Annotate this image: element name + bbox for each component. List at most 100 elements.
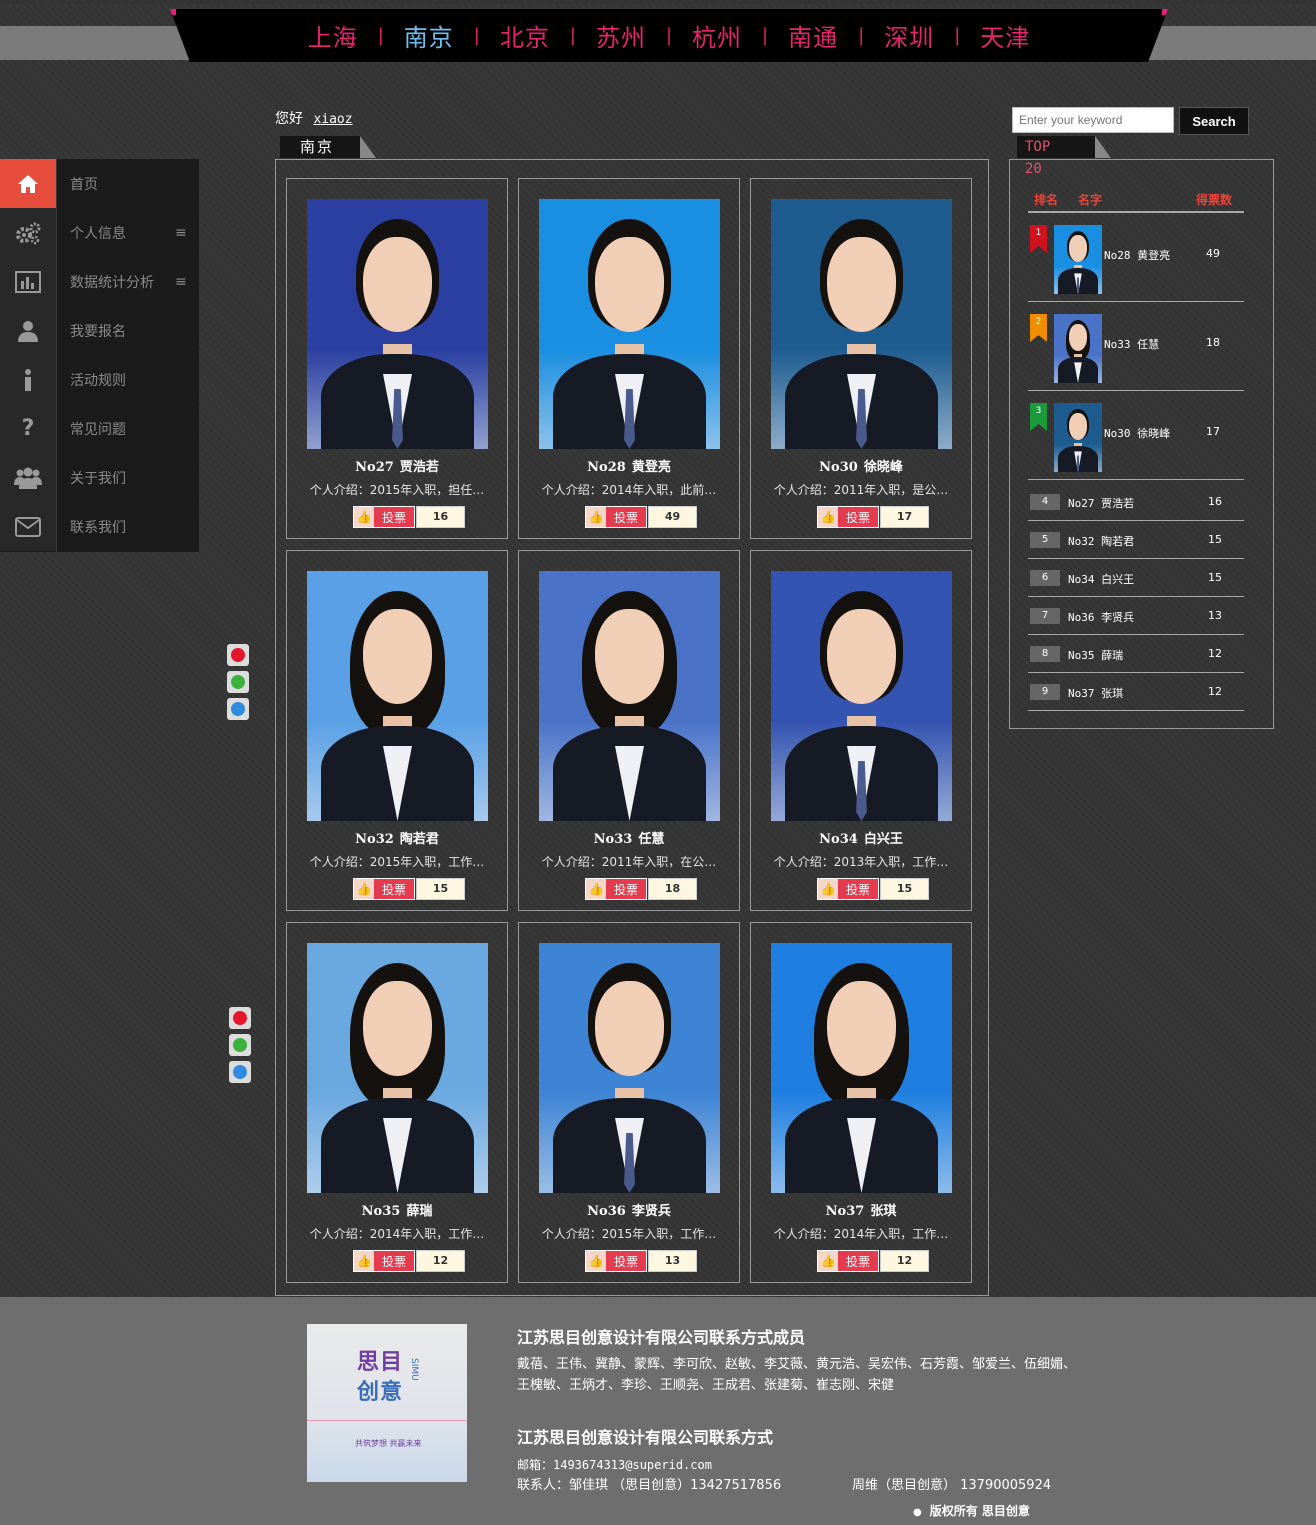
rank-row[interactable]: 4 No27 贾浩若 16: [1028, 483, 1244, 521]
sidebar-item[interactable]: 联系我们: [0, 502, 199, 551]
candidate-number: No28: [587, 460, 626, 475]
portrait-photo: [307, 571, 488, 821]
wechat-icon[interactable]: [229, 1034, 251, 1056]
vote-button-label: 投票: [845, 882, 870, 897]
portrait-photo: [307, 199, 488, 449]
vote-count: 15: [416, 878, 465, 900]
weibo-icon[interactable]: [227, 644, 249, 666]
candidate-name[interactable]: No30 徐晓峰: [751, 456, 971, 475]
sidebar-item[interactable]: 活动规则: [0, 355, 199, 404]
rank-row[interactable]: 7 No36 李贤兵 13: [1028, 597, 1244, 635]
sidebar-item[interactable]: 个人信息 ≡: [0, 208, 199, 257]
weibo-icon[interactable]: [229, 1007, 251, 1029]
portrait-photo: [539, 943, 720, 1193]
vote-button-label: 投票: [613, 882, 638, 897]
search-button[interactable]: Search: [1179, 107, 1249, 135]
sidebar-item[interactable]: 关于我们: [0, 453, 199, 502]
candidate-photo[interactable]: [539, 943, 720, 1193]
rank-number: 9: [1030, 684, 1060, 700]
thumbs-up-icon: 👍: [586, 507, 606, 527]
city-link[interactable]: 南京: [384, 18, 474, 53]
vote-button[interactable]: 👍 投票: [585, 506, 647, 528]
vote-button[interactable]: 👍 投票: [817, 506, 879, 528]
city-link[interactable]: 天津: [960, 18, 1050, 53]
city-link[interactable]: 南通: [768, 18, 858, 53]
favorite-icon[interactable]: [229, 1061, 251, 1083]
podium-row[interactable]: 3 No30 徐晓峰 17: [1028, 401, 1244, 480]
candidate-intro: 个人介绍：2011年入职，是公…: [773, 483, 949, 497]
thumbs-up-icon: 👍: [354, 879, 374, 899]
city-link[interactable]: 深圳: [864, 18, 954, 53]
sidebar: 首页 个人信息 ≡ 数据统计分析 ≡ 我要报名 活动规则? 常见问题 关于我们 联系我们: [0, 159, 199, 552]
sidebar-item[interactable]: 数据统计分析 ≡: [0, 257, 199, 306]
candidate-card: No32 陶若君 个人介绍：2015年入职，工作… 👍 投票 15: [286, 550, 508, 911]
candidate-name[interactable]: No35 薛瑞: [287, 1200, 507, 1219]
greeting: 您好 xiaoz: [275, 108, 353, 128]
candidate-number: No27: [355, 460, 394, 475]
candidate-photo[interactable]: [539, 571, 720, 821]
candidate-number: No36: [587, 1204, 626, 1219]
menu-toggle-icon[interactable]: ≡: [175, 274, 187, 290]
vote-button[interactable]: 👍 投票: [585, 1250, 647, 1272]
portrait-photo: [1054, 314, 1102, 383]
rank-score: 15: [1208, 533, 1222, 546]
candidate-name[interactable]: No33 任慧: [519, 828, 739, 847]
vote-button[interactable]: 👍 投票: [353, 1250, 415, 1272]
username-link[interactable]: xiaoz: [313, 112, 352, 127]
rank-score: 16: [1208, 495, 1222, 508]
candidate-photo[interactable]: [771, 943, 952, 1193]
candidate-photo[interactable]: [771, 571, 952, 821]
podium-row[interactable]: 2 No33 任慧 18: [1028, 312, 1244, 391]
candidate-name[interactable]: No34 白兴王: [751, 828, 971, 847]
candidate-photo[interactable]: [307, 199, 488, 449]
candidate-photo[interactable]: [771, 199, 952, 449]
rank-name: No34 白兴王: [1068, 573, 1135, 586]
question-icon: ?: [0, 404, 56, 453]
candidate-number: No34: [819, 832, 858, 847]
rank-score: 12: [1208, 647, 1222, 660]
copyright: 版权所有 思目创意: [913, 1502, 1030, 1519]
portrait-photo: [1054, 403, 1102, 472]
favorite-icon[interactable]: [227, 698, 249, 720]
rank-row[interactable]: 8 No35 薛瑞 12: [1028, 635, 1244, 673]
wechat-icon[interactable]: [227, 671, 249, 693]
candidate-photo[interactable]: [539, 199, 720, 449]
candidate-intro: 个人介绍：2011年入职，在公…: [541, 855, 717, 869]
vote-button[interactable]: 👍 投票: [353, 506, 415, 528]
vote-button[interactable]: 👍 投票: [817, 878, 879, 900]
vote-button[interactable]: 👍 投票: [585, 878, 647, 900]
thumbs-up-icon: 👍: [354, 507, 374, 527]
candidate-photo[interactable]: [307, 571, 488, 821]
thumbs-up-icon: 👍: [354, 1251, 374, 1271]
podium-row[interactable]: 1 No28 黄登亮 49: [1028, 223, 1244, 302]
sidebar-item[interactable]: 我要报名: [0, 306, 199, 355]
city-link[interactable]: 苏州: [576, 18, 666, 53]
candidate-name[interactable]: No32 陶若君: [287, 828, 507, 847]
city-link[interactable]: 杭州: [672, 18, 762, 53]
candidate-name[interactable]: No27 贾浩若: [287, 456, 507, 475]
candidate-card: No30 徐晓峰 个人介绍：2011年入职，是公… 👍 投票 17: [750, 178, 972, 539]
thumbs-up-icon: 👍: [818, 879, 838, 899]
rank-name: No37 张琪: [1068, 687, 1124, 700]
search-input[interactable]: [1012, 107, 1174, 133]
rank-row[interactable]: 6 No34 白兴王 15: [1028, 559, 1244, 597]
rank-row[interactable]: 5 No32 陶若君 15: [1028, 521, 1244, 559]
logo-slogan: 共筑梦想 共赢未来: [355, 1439, 422, 1448]
menu-toggle-icon[interactable]: ≡: [175, 225, 187, 241]
candidate-name[interactable]: No28 黄登亮: [519, 456, 739, 475]
sidebar-item[interactable]: 首页: [0, 159, 199, 208]
city-link[interactable]: 北京: [480, 18, 570, 53]
candidate-photo[interactable]: [307, 943, 488, 1193]
candidate-name[interactable]: No37 张琪: [751, 1200, 971, 1219]
footer: 思目 创意 SIMU 共筑梦想 共赢未来 江苏思目创意设计有限公司联系方式成员 …: [0, 1297, 1316, 1525]
logo-side-text: SIMU: [409, 1358, 419, 1381]
city-link[interactable]: 上海: [288, 18, 378, 53]
sidebar-item[interactable]: ? 常见问题: [0, 404, 199, 453]
candidate-intro: 个人介绍：2015年入职，工作…: [541, 1227, 717, 1241]
candidate-name[interactable]: No36 李贤兵: [519, 1200, 739, 1219]
candidate-fullname: 徐晓峰: [863, 460, 903, 475]
vote-button[interactable]: 👍 投票: [353, 878, 415, 900]
rank-row[interactable]: 9 No37 张琪 12: [1028, 673, 1244, 711]
vote-button[interactable]: 👍 投票: [817, 1250, 879, 1272]
portrait-photo: [539, 199, 720, 449]
